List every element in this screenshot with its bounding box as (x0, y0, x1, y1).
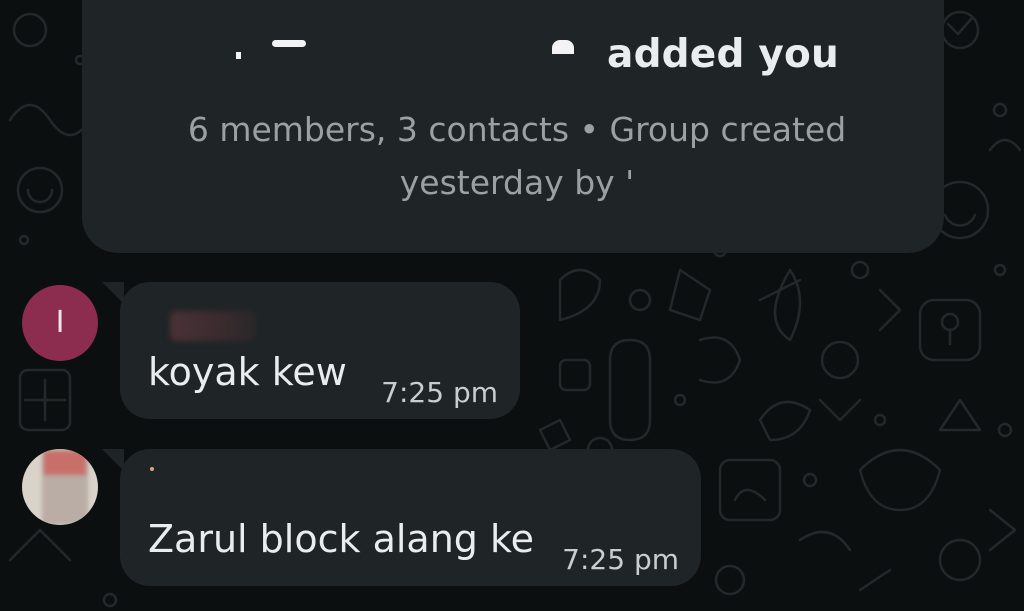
avatar-initial: I (55, 305, 65, 340)
message-text: koyak kew (148, 350, 347, 394)
group-created-info: 6 members, 3 contacts • Group created ye… (187, 110, 847, 202)
message-time: 7:25 pm (381, 376, 498, 409)
message-time: 7:25 pm (562, 543, 679, 576)
message-bubble[interactable]: Zarul block alang ke 7:25 pm (102, 449, 701, 586)
avatar[interactable]: I (22, 285, 98, 361)
avatar-photo-redacted (44, 451, 86, 475)
group-info-card: added you 6 members, 3 contacts • Group … (82, 0, 944, 253)
bubble-tail (102, 449, 124, 471)
added-you-text: added you (607, 32, 839, 77)
sender-name-redacted (170, 311, 256, 341)
sender-name-redacted (150, 467, 154, 471)
chat-screen: added you 6 members, 3 contacts • Group … (0, 0, 1024, 611)
avatar[interactable] (22, 449, 98, 525)
bubble-tail (102, 282, 124, 304)
message-text: Zarul block alang ke (148, 517, 535, 561)
message-bubble[interactable]: koyak kew 7:25 pm (102, 282, 520, 419)
